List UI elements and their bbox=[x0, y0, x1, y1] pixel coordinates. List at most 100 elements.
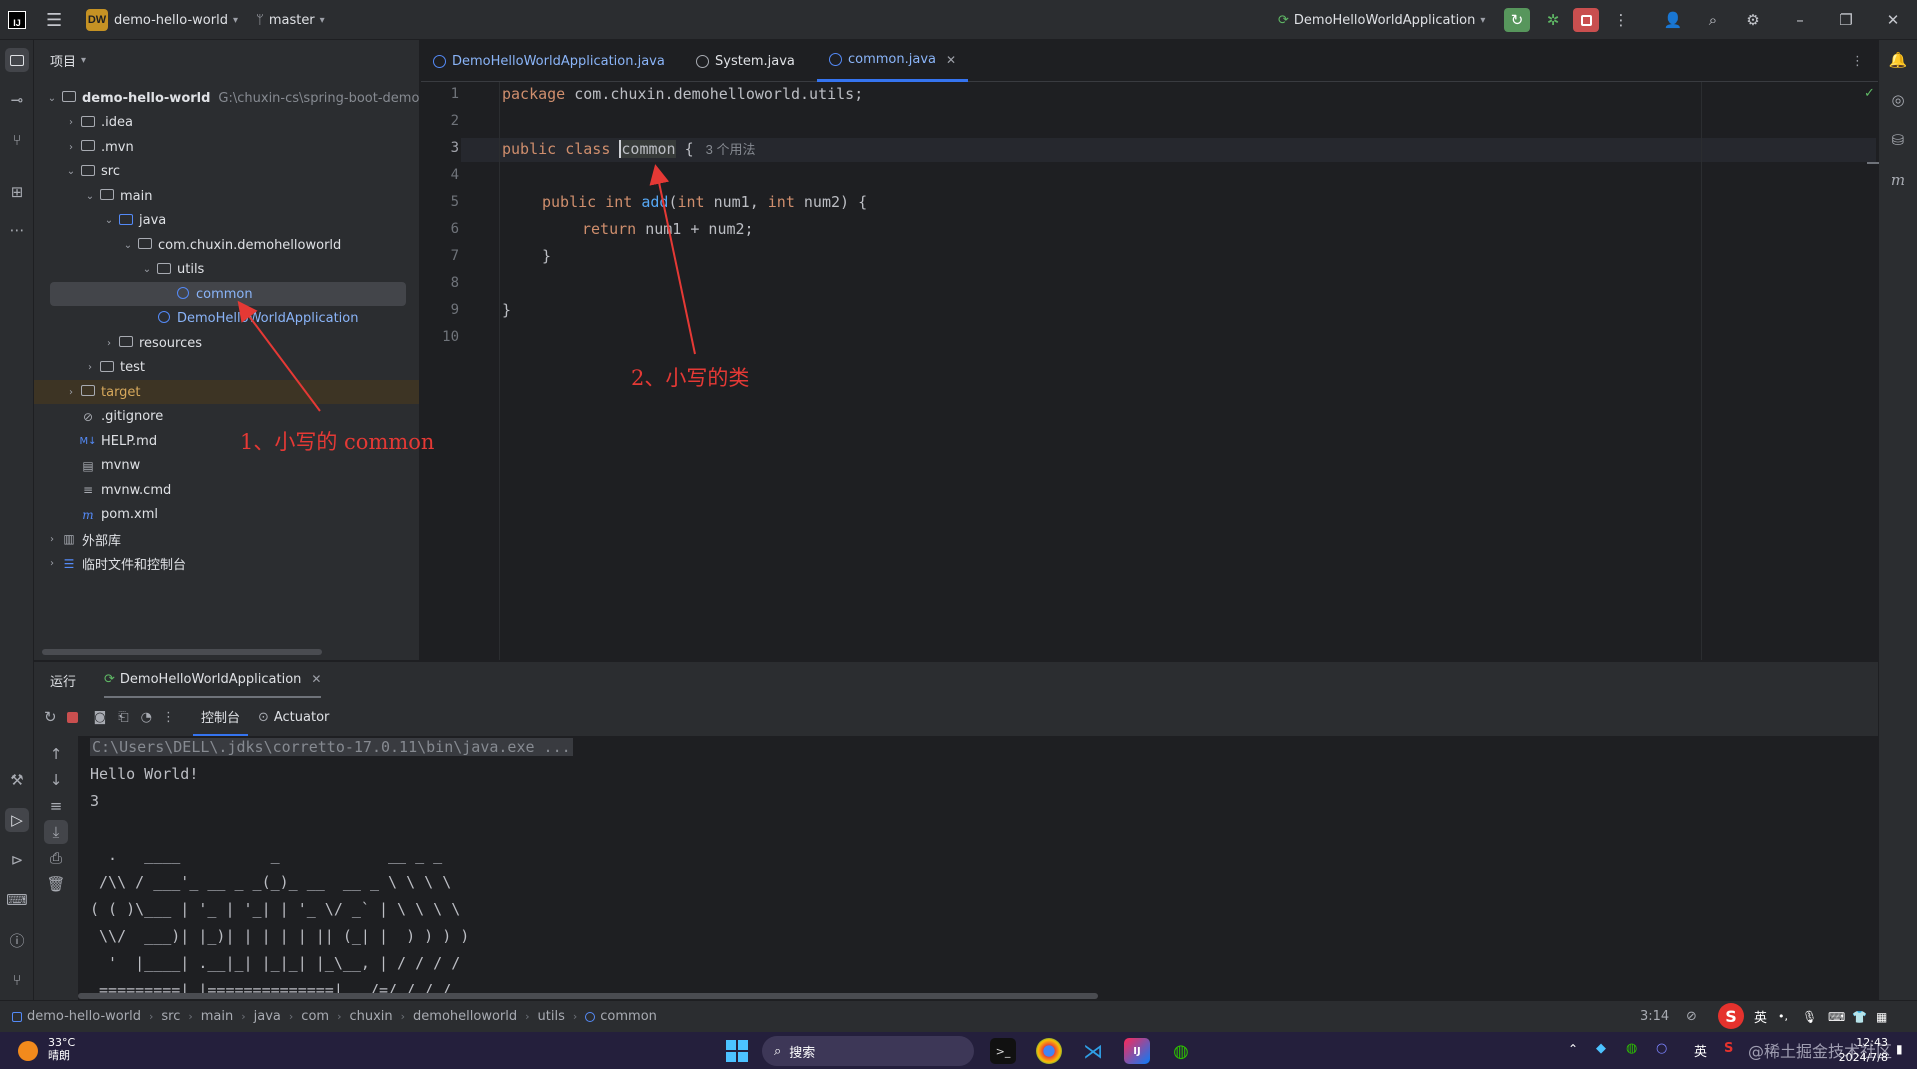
console-command-line[interactable]: C:\Users\DELL\.jdks\corretto-17.0.11\bin… bbox=[90, 738, 573, 756]
scroll-to-end-icon[interactable]: ⤓ bbox=[44, 820, 68, 844]
chevron-down-icon[interactable]: ⌄ bbox=[139, 264, 155, 275]
breadcrumb-item[interactable]: utils bbox=[538, 1009, 565, 1024]
tray-overflow-icon[interactable]: ⌃ bbox=[1568, 1042, 1578, 1056]
restore-layout-icon[interactable]: ⎗ bbox=[118, 710, 128, 725]
tray-wechat-icon[interactable]: ◍ bbox=[1626, 1041, 1637, 1056]
breadcrumb-item[interactable]: common bbox=[600, 1009, 657, 1024]
rerun-button[interactable]: ↻ bbox=[1504, 8, 1530, 32]
project-switcher[interactable]: DW demo-hello-world ▾ bbox=[86, 0, 238, 40]
scroll-down-arrow-icon[interactable]: ↓ bbox=[44, 768, 68, 792]
maven-tool-icon[interactable]: m bbox=[1886, 168, 1910, 192]
search-everywhere-icon[interactable]: ⌕ bbox=[1700, 8, 1726, 32]
stop-icon[interactable] bbox=[66, 711, 78, 723]
close-window-icon[interactable]: ✕ bbox=[1880, 8, 1906, 32]
tree-item[interactable]: › ▥ 外部库 bbox=[34, 527, 419, 551]
terminal-tool-icon[interactable]: ⌨ bbox=[5, 888, 29, 912]
notification-center-icon[interactable]: ▮ bbox=[1896, 1042, 1903, 1056]
project-panel-header[interactable]: 项目 ▾ bbox=[34, 40, 419, 80]
ime-mic-icon[interactable]: 🎙 bbox=[1802, 1010, 1817, 1024]
run-config-selector[interactable]: ⟳ DemoHelloWorldApplication ▾ bbox=[1278, 0, 1485, 40]
project-tool-folder-icon[interactable] bbox=[5, 48, 29, 72]
pull-requests-icon[interactable]: ⑂ bbox=[5, 128, 29, 152]
console-horizontal-scrollbar[interactable] bbox=[78, 993, 1098, 999]
ide-logo-icon[interactable]: IJ bbox=[8, 0, 26, 40]
chevron-right-icon[interactable]: › bbox=[44, 534, 60, 545]
tree-item[interactable]: ⌄ src bbox=[34, 160, 419, 184]
vscode-app-icon[interactable]: ⋊ bbox=[1080, 1038, 1106, 1064]
tab-options-icon[interactable]: ⋮ bbox=[1851, 40, 1864, 82]
tab-system-java[interactable]: System.java bbox=[696, 40, 795, 82]
close-tab-icon[interactable]: ✕ bbox=[946, 53, 956, 67]
tab-common-java[interactable]: common.java ✕ bbox=[817, 40, 969, 82]
branch-switcher[interactable]: ᛘ master ▾ bbox=[256, 0, 325, 40]
ime-skin-icon[interactable]: 👕 bbox=[1852, 1010, 1867, 1024]
tab-demohelloworldapplication-java[interactable]: DemoHelloWorldApplication.java bbox=[433, 40, 665, 82]
tree-item[interactable]: ⌄ demo-hello-world G:\chuxin-cs\spring-boo… bbox=[34, 86, 419, 110]
ime-punct-icon[interactable]: •, bbox=[1778, 1010, 1788, 1023]
chevron-down-icon[interactable]: ⌄ bbox=[101, 215, 117, 226]
tree-item[interactable]: › .idea bbox=[34, 111, 419, 135]
tree-item[interactable]: m pom.xml bbox=[34, 503, 419, 527]
tray-language[interactable]: 英 bbox=[1694, 1041, 1707, 1060]
breadcrumb-item[interactable]: demo-hello-world bbox=[27, 1009, 141, 1024]
caret-position[interactable]: 3:14 bbox=[1640, 1009, 1669, 1024]
tree-item[interactable]: › target bbox=[34, 380, 419, 404]
tray-app-icon[interactable]: ◆ bbox=[1596, 1041, 1606, 1056]
terminal-app-icon[interactable]: >_ bbox=[990, 1038, 1016, 1064]
tab-console[interactable]: 控制台 bbox=[192, 698, 248, 736]
main-menu-icon[interactable]: ☰ bbox=[46, 0, 62, 40]
structure-tool-icon[interactable]: ⊞ bbox=[5, 180, 29, 204]
weather-widget[interactable]: 33°C 晴朗 bbox=[48, 1036, 75, 1062]
dashboard-icon[interactable]: ◔ bbox=[141, 710, 152, 725]
breadcrumb-item[interactable]: com bbox=[301, 1009, 329, 1024]
chevron-right-icon[interactable]: › bbox=[63, 142, 79, 153]
rerun-icon[interactable]: ↻ bbox=[44, 708, 57, 726]
chrome-app-icon[interactable] bbox=[1036, 1038, 1062, 1064]
notifications-bell-icon[interactable]: 🔔 bbox=[1886, 48, 1910, 72]
taskbar-search-box[interactable]: ⌕ 搜索 bbox=[762, 1036, 974, 1066]
run-tab-demohelloworldapplication[interactable]: ⟳ DemoHelloWorldApplication ✕ bbox=[104, 662, 322, 698]
more-options-icon[interactable]: ⋮ bbox=[162, 710, 175, 725]
chevron-right-icon[interactable]: › bbox=[101, 338, 117, 349]
breadcrumb-item[interactable]: src bbox=[161, 1009, 180, 1024]
ime-keyboard-icon[interactable]: ⌨ bbox=[1828, 1010, 1845, 1024]
tree-item[interactable]: DemoHelloWorldApplication bbox=[34, 307, 419, 331]
system-clock[interactable]: 12:43 2024/7/8 bbox=[1828, 1035, 1888, 1065]
ime-language[interactable]: 英 bbox=[1754, 1007, 1767, 1026]
tree-item[interactable]: ⌄ java bbox=[34, 209, 419, 233]
commit-tool-icon[interactable]: ⊸ bbox=[5, 88, 29, 112]
weather-sun-icon[interactable] bbox=[18, 1041, 38, 1061]
tree-item[interactable]: ⌄ com.chuxin.demohelloworld bbox=[34, 233, 419, 257]
chevron-down-icon[interactable]: ⌄ bbox=[63, 166, 79, 177]
tree-item[interactable]: › test bbox=[34, 356, 419, 380]
chevron-right-icon[interactable]: › bbox=[44, 558, 60, 569]
clear-trash-icon[interactable]: 🗑 bbox=[44, 872, 68, 896]
camera-snapshot-icon[interactable]: ◙ bbox=[94, 710, 107, 725]
tree-item[interactable]: common bbox=[50, 282, 406, 306]
chevron-down-icon[interactable]: ⌄ bbox=[44, 93, 60, 104]
horizontal-scrollbar[interactable] bbox=[42, 649, 322, 655]
tree-item[interactable]: › ☰ 临时文件和控制台 bbox=[34, 552, 419, 576]
debug-button[interactable]: ✲ bbox=[1540, 8, 1566, 32]
breadcrumb-item[interactable]: java bbox=[254, 1009, 281, 1024]
soft-wrap-icon[interactable]: ≡ bbox=[44, 794, 68, 818]
more-tools-icon[interactable]: ⋯ bbox=[5, 218, 29, 242]
breadcrumb-item[interactable]: chuxin bbox=[349, 1009, 392, 1024]
code-with-me-icon[interactable]: 👤 bbox=[1660, 8, 1686, 32]
breadcrumb-item[interactable]: main bbox=[201, 1009, 233, 1024]
readonly-toggle-icon[interactable]: ⊘ bbox=[1686, 1009, 1697, 1024]
intellij-app-icon[interactable]: IJ bbox=[1124, 1038, 1150, 1064]
usages-inlay-hint[interactable]: 3 个用法 bbox=[706, 142, 756, 157]
close-tab-icon[interactable]: ✕ bbox=[311, 672, 321, 686]
tree-item[interactable]: ≡ mvnw.cmd bbox=[34, 478, 419, 502]
problems-tool-icon[interactable]: ⓘ bbox=[5, 928, 29, 952]
chevron-down-icon[interactable]: ⌄ bbox=[82, 191, 98, 202]
services-tool-icon[interactable]: ⊳ bbox=[5, 848, 29, 872]
chevron-right-icon[interactable]: › bbox=[63, 117, 79, 128]
print-icon[interactable]: ⎙ bbox=[44, 846, 68, 870]
no-problems-check-icon[interactable]: ✓ bbox=[1864, 86, 1875, 101]
scroll-up-arrow-icon[interactable]: ↑ bbox=[44, 742, 68, 766]
wechat-app-icon[interactable]: ◍ bbox=[1168, 1038, 1194, 1064]
tree-item[interactable]: › .mvn bbox=[34, 135, 419, 159]
restore-window-icon[interactable]: ❐ bbox=[1833, 8, 1859, 32]
